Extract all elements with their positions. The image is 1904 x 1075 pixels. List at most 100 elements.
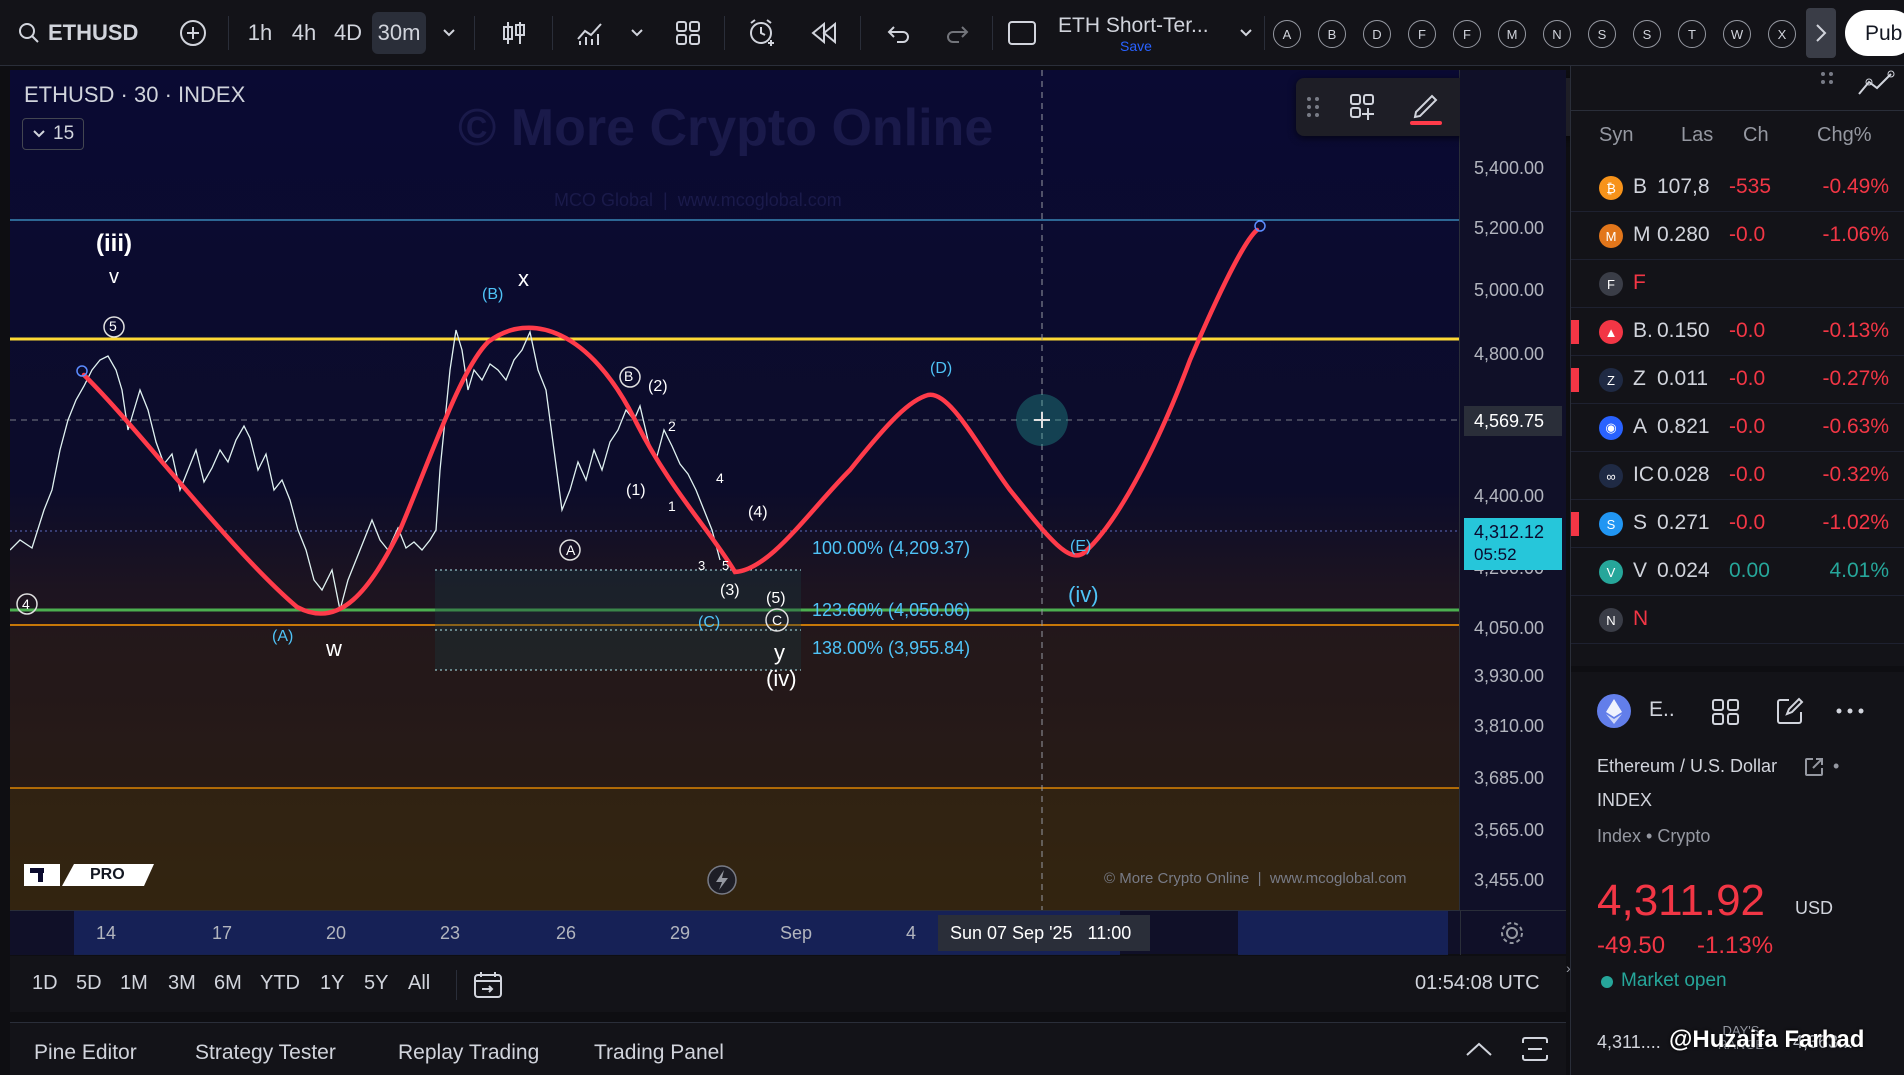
layout-button[interactable] xyxy=(666,12,710,54)
alert-circle-0[interactable]: A xyxy=(1273,20,1301,48)
compare-symbol-button[interactable] xyxy=(172,12,214,54)
watchlist-row[interactable]: FF xyxy=(1571,260,1904,308)
wave-5-small: 5 xyxy=(722,558,730,573)
fib-138: 138.00% (3,955.84) xyxy=(812,638,971,658)
alert-circle-11[interactable]: X xyxy=(1768,20,1796,48)
watermark-footer: © More Crypto Online | www.mcoglobal.com xyxy=(1104,870,1407,887)
symbol-search-button[interactable]: ETHUSD xyxy=(10,12,140,54)
expand-panel-button[interactable] xyxy=(1806,8,1836,58)
range-1d[interactable]: 1D xyxy=(32,972,58,995)
pencil-icon[interactable] xyxy=(1408,88,1444,126)
replay-button[interactable] xyxy=(802,12,846,54)
tab-replay-trading[interactable]: Replay Trading xyxy=(398,1041,539,1065)
time-tick: 20 xyxy=(326,923,347,943)
col-change-pct[interactable]: Chg% xyxy=(1817,124,1871,147)
interval-4h[interactable]: 4h xyxy=(284,12,324,54)
indicators-button[interactable] xyxy=(568,12,612,54)
range-1y[interactable]: 1Y xyxy=(320,972,344,995)
interval-1h[interactable]: 1h xyxy=(240,12,280,54)
wave-3: (3) xyxy=(720,582,740,599)
watchlist-row[interactable]: ▲ B. 0.150 -0.0 -0.13% xyxy=(1571,308,1904,356)
chevron-up-icon[interactable] xyxy=(1464,1041,1494,1057)
tab-strategy-tester[interactable]: Strategy Tester xyxy=(195,1041,336,1065)
watchlist-row[interactable]: ∞ IC 0.028 -0.0 -0.32% xyxy=(1571,452,1904,500)
fullscreen-button[interactable] xyxy=(1000,12,1044,54)
market-status-dot xyxy=(1601,976,1613,988)
range-all[interactable]: All xyxy=(408,972,430,995)
indicators-toggle[interactable]: 15 xyxy=(22,118,84,150)
layout-name-button[interactable]: ETH Short-Ter... Save xyxy=(1056,12,1226,56)
price-tick: 5,400.00 xyxy=(1474,158,1545,178)
price-tick: 4,050.00 xyxy=(1474,618,1545,638)
wave-B-blue: (B) xyxy=(482,286,504,303)
price-axis[interactable]: 5,400.00 5,200.00 5,000.00 4,800.00 4,40… xyxy=(1460,70,1566,910)
collapse-panel-handle[interactable]: › xyxy=(1566,960,1574,990)
alert-circle-10[interactable]: W xyxy=(1723,20,1751,48)
alert-circle-6[interactable]: N xyxy=(1543,20,1571,48)
alert-button[interactable] xyxy=(740,12,784,54)
range-ytd[interactable]: YTD xyxy=(260,972,300,995)
tab-pine-editor[interactable]: Pine Editor xyxy=(34,1041,137,1065)
col-symbol[interactable]: Syn xyxy=(1599,124,1633,147)
drag-handle-icon[interactable] xyxy=(1306,96,1320,118)
time-axis[interactable]: 14 17 20 23 26 29 Sep 4 Sun 07 Sep '25 1… xyxy=(10,910,1566,955)
indicators-dropdown[interactable] xyxy=(622,12,652,54)
chart-pane[interactable]: ETHUSD · 30 · INDEX 15 © More Crypto Onl… xyxy=(10,70,1460,910)
wave-v: v xyxy=(109,266,119,288)
alert-circle-3[interactable]: F xyxy=(1408,20,1436,48)
more-icon[interactable] xyxy=(1835,706,1865,716)
range-5d[interactable]: 5D xyxy=(76,972,102,995)
undo-button[interactable] xyxy=(876,12,920,54)
watchlist-row[interactable]: S S 0.271 -0.0 -1.02% xyxy=(1571,500,1904,548)
watchlist-sym: A xyxy=(1633,415,1648,438)
watchlist-sym: B xyxy=(1633,175,1648,198)
col-last[interactable]: Las xyxy=(1681,124,1713,147)
alert-circle-9[interactable]: T xyxy=(1678,20,1706,48)
range-5y[interactable]: 5Y xyxy=(364,972,388,995)
watchlist-row[interactable]: ◉ A 0.821 -0.0 -0.63% xyxy=(1571,404,1904,452)
alert-circle-5[interactable]: M xyxy=(1498,20,1526,48)
maximize-panel-icon[interactable] xyxy=(1520,1035,1550,1063)
watchlist-sym: S xyxy=(1633,511,1648,534)
alert-circle-7[interactable]: S xyxy=(1588,20,1616,48)
watchlist-pct: -1.02% xyxy=(1822,511,1889,534)
wave-w: w xyxy=(326,636,342,661)
grid-icon[interactable] xyxy=(1711,698,1741,726)
wave-E-blue: (E) xyxy=(1070,538,1092,555)
redo-button[interactable] xyxy=(936,12,980,54)
watchlist-row[interactable]: NN xyxy=(1571,596,1904,644)
time-tick: 23 xyxy=(440,923,461,943)
axis-settings-icon[interactable] xyxy=(1500,921,1524,945)
coin-icon: ∞ xyxy=(1599,464,1623,488)
goto-date-icon[interactable] xyxy=(472,970,504,1000)
watchlist-sym: IC xyxy=(1633,463,1654,486)
alert-circle-8[interactable]: S xyxy=(1633,20,1661,48)
watchlist-header-icons[interactable] xyxy=(1819,64,1899,104)
range-3m[interactable]: 3M xyxy=(168,972,196,995)
alert-circle-1[interactable]: B xyxy=(1318,20,1346,48)
alert-circle-2[interactable]: D xyxy=(1363,20,1391,48)
edit-icon[interactable] xyxy=(1775,696,1805,726)
tradingview-logo: PRO xyxy=(24,860,154,890)
tab-trading-panel[interactable]: Trading Panel xyxy=(594,1041,724,1065)
interval-4d[interactable]: 4D xyxy=(328,12,368,54)
wave-5: (5) xyxy=(766,590,786,607)
interval-30m[interactable]: 30m xyxy=(372,12,426,54)
watchlist-row[interactable]: ₿ B 107,8 -535 -0.49% xyxy=(1571,164,1904,212)
publish-button[interactable]: Pub xyxy=(1845,10,1904,56)
interval-dropdown[interactable] xyxy=(434,12,464,54)
watchlist-chg: -0.0 xyxy=(1729,223,1766,246)
external-link-icon[interactable] xyxy=(1803,756,1825,778)
watchlist-row[interactable]: M M 0.280 -0.0 -1.06% xyxy=(1571,212,1904,260)
watchlist-row[interactable]: Z Z 0.011 -0.0 -0.27% xyxy=(1571,356,1904,404)
col-change[interactable]: Ch xyxy=(1743,124,1769,147)
template-icon[interactable] xyxy=(1348,92,1378,122)
price-tick: 3,810.00 xyxy=(1474,716,1545,736)
range-6m[interactable]: 6M xyxy=(214,972,242,995)
range-1m[interactable]: 1M xyxy=(120,972,148,995)
alert-circle-4[interactable]: F xyxy=(1453,20,1481,48)
watchlist-row[interactable]: V V 0.024 0.00 4.01% xyxy=(1571,548,1904,596)
utc-clock[interactable]: 01:54:08 UTC xyxy=(1415,972,1540,995)
layout-dropdown[interactable] xyxy=(1232,12,1260,54)
chart-type-button[interactable] xyxy=(492,12,536,54)
